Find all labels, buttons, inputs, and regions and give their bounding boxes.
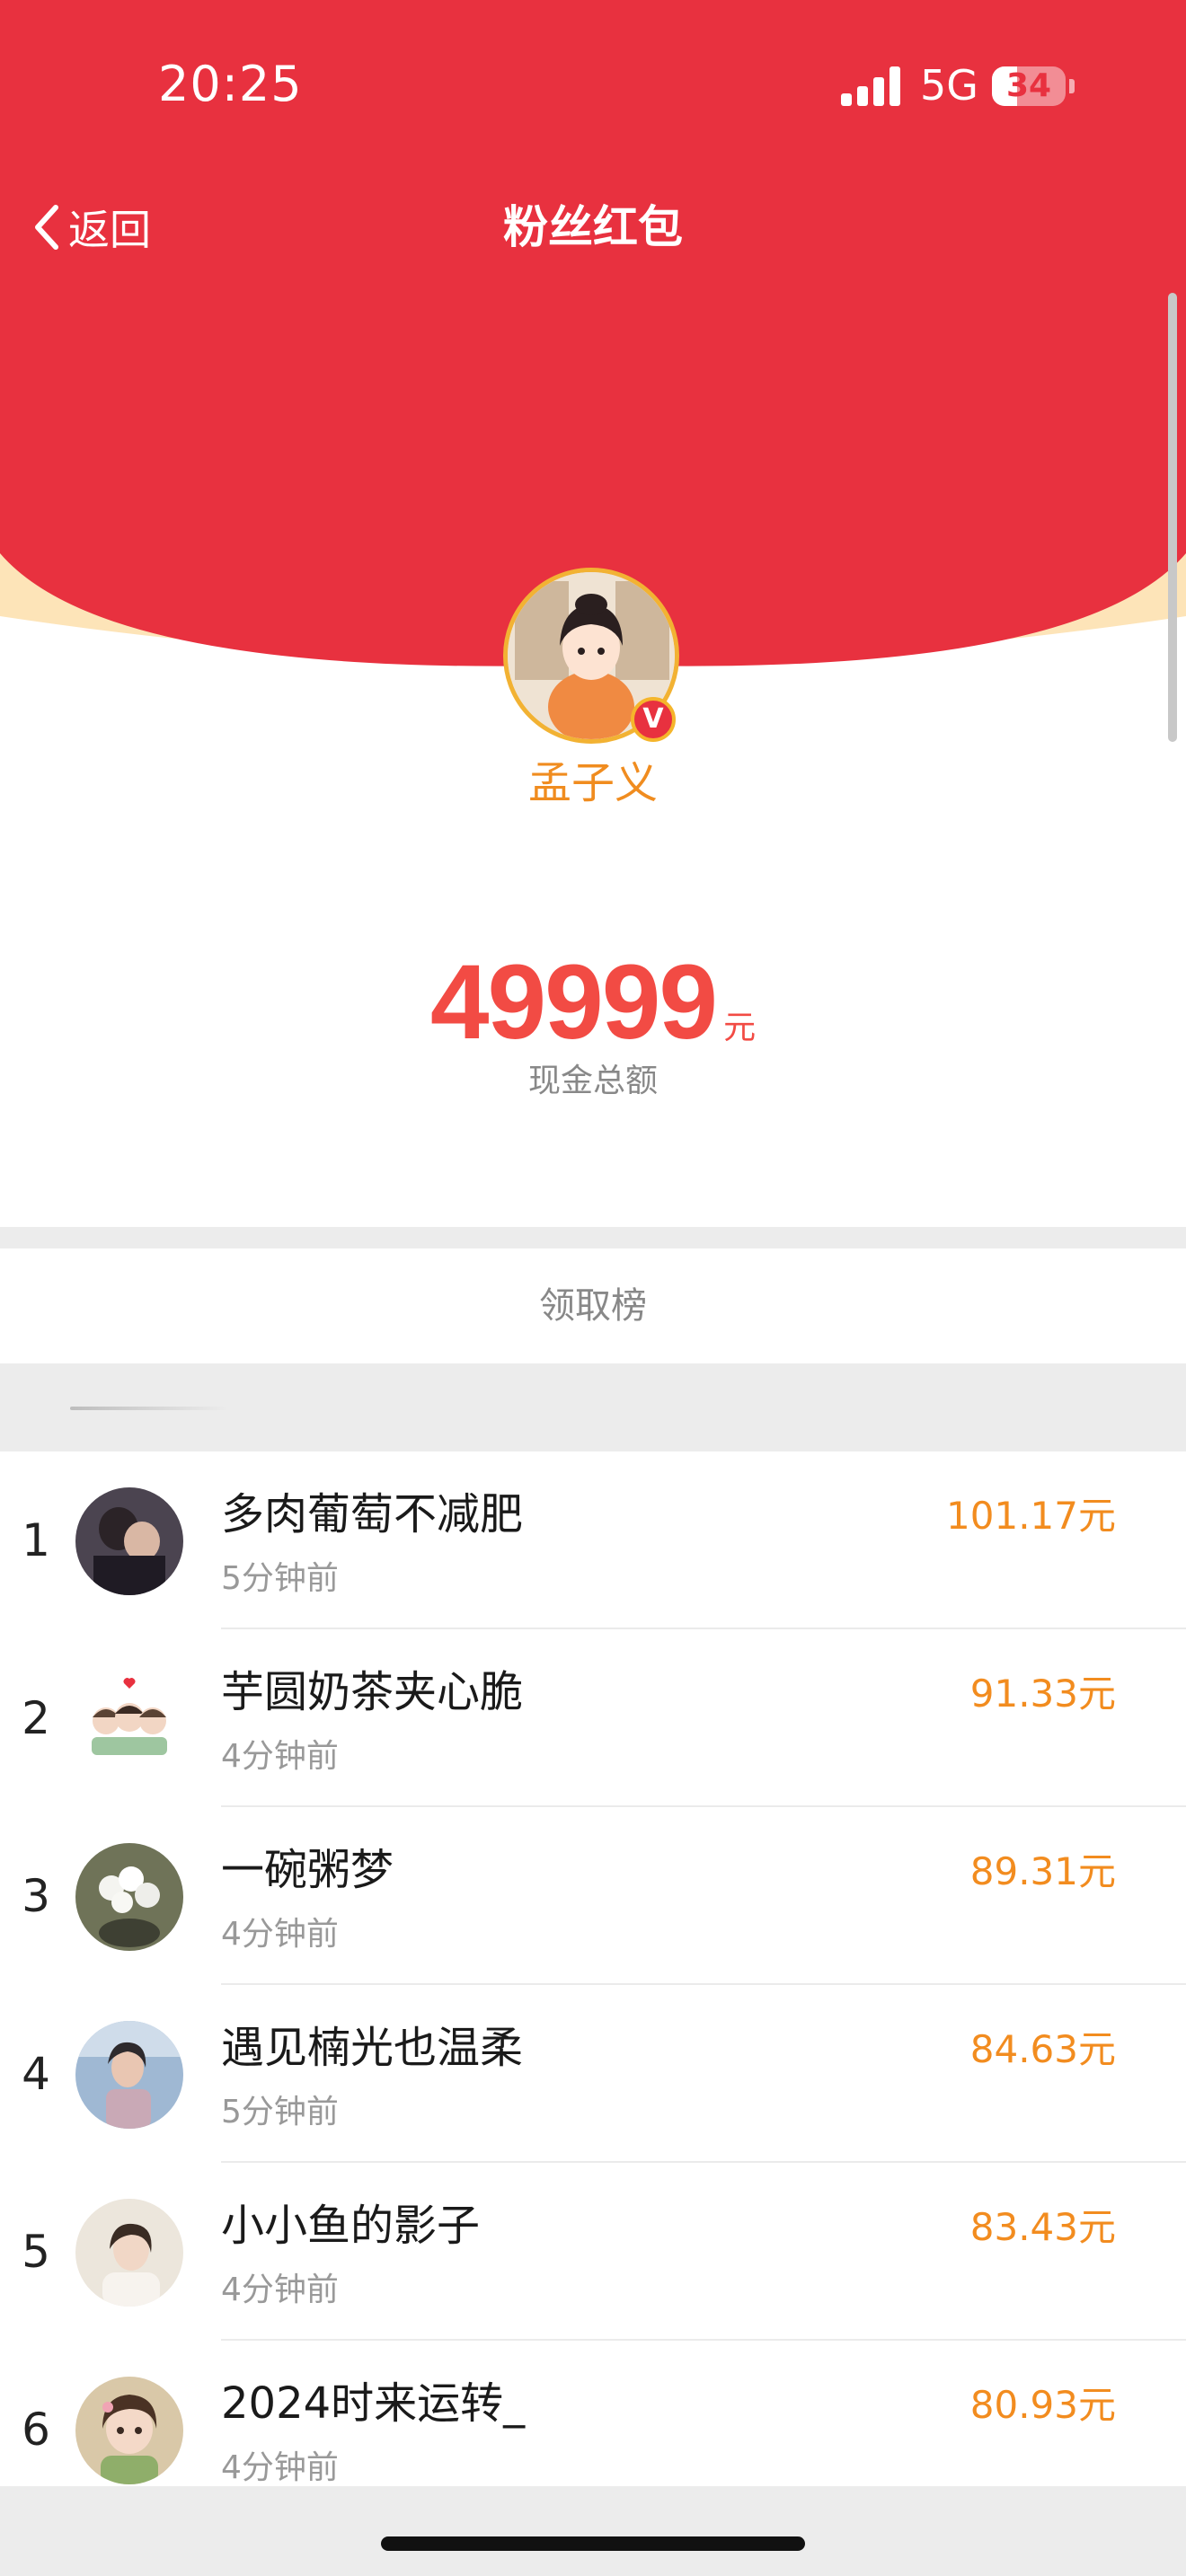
battery-nub [1069,79,1075,93]
user-name: 一碗粥梦 [221,1845,394,1895]
rank-number: 3 [22,1870,50,1922]
scrollbar[interactable] [1168,293,1177,742]
home-indicator[interactable] [381,2536,805,2551]
claim-amount: 91.33元 [969,1672,1116,1716]
claim-amount: 80.93元 [969,2383,1116,2427]
list-item[interactable]: 1 多肉葡萄不减肥 5分钟前 101.17元 [0,1451,1186,1629]
list-item[interactable]: 3 一碗粥梦 4分钟前 89.31元 [0,1807,1186,1985]
user-name: 遇见楠光也温柔 [221,2023,524,2073]
rank-number: 1 [22,1514,50,1566]
page-title: 粉丝红包 [503,201,683,253]
user-avatar-image [75,1843,183,1951]
amount-value: 49999 [429,943,718,1062]
amount-unit: 元 [723,1010,757,1046]
claim-time: 4分钟前 [221,1916,339,1953]
home-bar [0,2486,1186,2576]
user-avatar-image [75,1665,183,1773]
user-avatar-image [75,1487,183,1595]
section-divider [0,1227,1186,1248]
ranking-title: 领取榜 [539,1285,647,1327]
claim-time: 4分钟前 [221,2449,339,2486]
user-name: 小小鱼的影子 [221,2201,481,2251]
user-avatar[interactable] [75,2377,183,2484]
list-item[interactable]: 2 芋圆奶茶夹心脆 4分钟前 91.33元 [0,1629,1186,1807]
amount-label: 现金总额 [527,1063,658,1099]
list-item[interactable]: 4 遇见楠光也温柔 5分钟前 84.63元 [0,1985,1186,2163]
claim-time: 5分钟前 [221,2094,339,2130]
user-avatar-image [75,2199,183,2307]
network-type: 5G [920,61,978,110]
battery-icon: 34 [992,66,1066,106]
user-avatar-image [75,2021,183,2129]
status-time: 20:25 [158,56,303,112]
rank-number: 2 [22,1692,50,1744]
section-divider [0,1363,1186,1451]
battery-level: 34 [1005,67,1052,104]
total-amount: 49999 元 [0,941,1186,1063]
user-avatar[interactable] [75,1665,183,1773]
user-avatar[interactable] [75,2199,183,2307]
claim-time: 4分钟前 [221,2272,339,2308]
owner-name: 孟子义 [527,758,658,808]
user-name: 2024时来运转_ [221,2378,526,2429]
user-avatar-image [75,2377,183,2484]
claim-time: 5分钟前 [221,1560,339,1597]
rank-number: 4 [22,2048,50,2100]
user-avatar[interactable] [75,1843,183,1951]
user-avatar[interactable] [75,2021,183,2129]
claim-time: 4分钟前 [221,1738,339,1775]
claim-amount: 101.17元 [946,1494,1116,1538]
claim-amount: 84.63元 [969,2027,1116,2071]
claim-amount: 83.43元 [969,2205,1116,2249]
list-item[interactable]: 5 小小鱼的影子 4分钟前 83.43元 [0,2163,1186,2341]
user-avatar[interactable] [75,1487,183,1595]
header-bar: 20:25 5G 34 返回 粉丝红包 [0,0,1186,286]
user-name: 芋圆奶茶夹心脆 [221,1667,524,1717]
rank-number: 5 [22,2226,50,2278]
user-name: 多肉葡萄不减肥 [221,1489,524,1539]
cellular-signal-icon [841,66,900,106]
verified-badge-icon: V [631,697,676,742]
claim-amount: 89.31元 [969,1849,1116,1893]
divider-line [70,1407,228,1410]
ranking-list: 1 多肉葡萄不减肥 5分钟前 101.17元 2 芋圆奶茶夹心脆 4分钟前 91… [0,1451,1186,2519]
